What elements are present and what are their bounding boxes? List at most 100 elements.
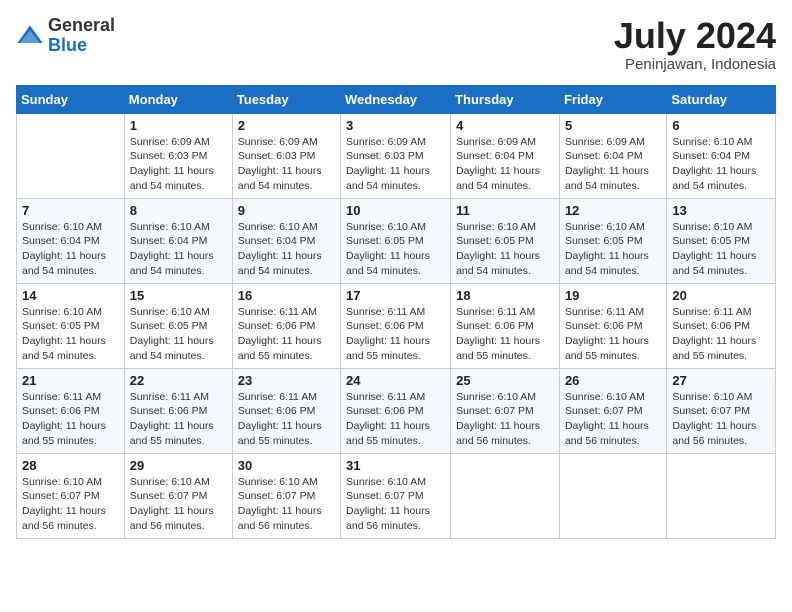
header-cell-friday: Friday [559, 85, 666, 113]
week-row-2: 7 Sunrise: 6:10 AMSunset: 6:04 PMDaylight… [17, 198, 776, 283]
calendar-cell: 10Sunrise: 6:10 AMSunset: 6:05 PMDayligh… [341, 198, 451, 283]
calendar-cell: 25 Sunrise: 6:10 AMSunset: 6:07 PMDayligh… [451, 368, 560, 453]
day-number: 26 [565, 373, 661, 388]
day-number: 30 [238, 458, 335, 473]
day-info: Sunrise: 6:11 AMSunset: 6:06 PMDaylight:… [22, 390, 119, 449]
day-info: Sunrise: 6:10 AMSunset: 6:05 PMDaylight:… [22, 305, 119, 364]
day-info: Sunrise: 6:10 AMSunset: 6:05 PMDaylight:… [346, 220, 445, 279]
day-number: 17 [346, 288, 445, 303]
week-row-4: 21 Sunrise: 6:11 AMSunset: 6:06 PMDayligh… [17, 368, 776, 453]
calendar-cell: 18 Sunrise: 6:11 AMSunset: 6:06 PMDayligh… [451, 283, 560, 368]
calendar-cell: 27 Sunrise: 6:10 AMSunset: 6:07 PMDayligh… [667, 368, 776, 453]
day-number: 4 [456, 118, 554, 133]
calendar-cell [667, 453, 776, 538]
location-subtitle: Peninjawan, Indonesia [614, 56, 776, 73]
calendar-cell: 24Sunrise: 6:11 AMSunset: 6:06 PMDayligh… [341, 368, 451, 453]
header-cell-tuesday: Tuesday [232, 85, 340, 113]
day-number: 8 [130, 203, 227, 218]
calendar-cell [451, 453, 560, 538]
day-info: Sunrise: 6:11 AMSunset: 6:06 PMDaylight:… [346, 390, 445, 449]
day-info: Sunrise: 6:10 AMSunset: 6:04 PMDaylight:… [130, 220, 227, 279]
day-info: Sunrise: 6:10 AMSunset: 6:04 PMDaylight:… [22, 220, 119, 279]
header-row: SundayMondayTuesdayWednesdayThursdayFrid… [17, 85, 776, 113]
calendar-cell: 23 Sunrise: 6:11 AMSunset: 6:06 PMDayligh… [232, 368, 340, 453]
calendar-cell: 7 Sunrise: 6:10 AMSunset: 6:04 PMDaylight… [17, 198, 125, 283]
day-info: Sunrise: 6:10 AMSunset: 6:04 PMDaylight:… [672, 135, 770, 194]
calendar-cell: 19 Sunrise: 6:11 AMSunset: 6:06 PMDayligh… [559, 283, 666, 368]
day-info: Sunrise: 6:11 AMSunset: 6:06 PMDaylight:… [238, 390, 335, 449]
day-info: Sunrise: 6:11 AMSunset: 6:06 PMDaylight:… [130, 390, 227, 449]
logo-icon [16, 22, 44, 50]
day-info: Sunrise: 6:10 AMSunset: 6:07 PMDaylight:… [456, 390, 554, 449]
day-number: 3 [346, 118, 445, 133]
calendar-cell: 16 Sunrise: 6:11 AMSunset: 6:06 PMDayligh… [232, 283, 340, 368]
day-number: 18 [456, 288, 554, 303]
day-info: Sunrise: 6:09 AMSunset: 6:04 PMDaylight:… [456, 135, 554, 194]
day-number: 23 [238, 373, 335, 388]
header-cell-thursday: Thursday [451, 85, 560, 113]
day-info: Sunrise: 6:10 AMSunset: 6:04 PMDaylight:… [238, 220, 335, 279]
day-number: 31 [346, 458, 445, 473]
day-info: Sunrise: 6:10 AMSunset: 6:05 PMDaylight:… [130, 305, 227, 364]
calendar-cell: 15 Sunrise: 6:10 AMSunset: 6:05 PMDayligh… [124, 283, 232, 368]
calendar-cell: 30 Sunrise: 6:10 AMSunset: 6:07 PMDayligh… [232, 453, 340, 538]
day-info: Sunrise: 6:11 AMSunset: 6:06 PMDaylight:… [238, 305, 335, 364]
day-info: Sunrise: 6:09 AMSunset: 6:03 PMDaylight:… [130, 135, 227, 194]
day-info: Sunrise: 6:10 AMSunset: 6:07 PMDaylight:… [346, 475, 445, 534]
calendar-cell: 22 Sunrise: 6:11 AMSunset: 6:06 PMDayligh… [124, 368, 232, 453]
day-number: 25 [456, 373, 554, 388]
day-info: Sunrise: 6:10 AMSunset: 6:07 PMDaylight:… [565, 390, 661, 449]
week-row-5: 28 Sunrise: 6:10 AMSunset: 6:07 PMDayligh… [17, 453, 776, 538]
calendar-cell: 9 Sunrise: 6:10 AMSunset: 6:04 PMDaylight… [232, 198, 340, 283]
day-info: Sunrise: 6:10 AMSunset: 6:05 PMDaylight:… [456, 220, 554, 279]
day-number: 20 [672, 288, 770, 303]
day-info: Sunrise: 6:09 AMSunset: 6:04 PMDaylight:… [565, 135, 661, 194]
day-number: 15 [130, 288, 227, 303]
calendar-cell: 5Sunrise: 6:09 AMSunset: 6:04 PMDaylight… [559, 113, 666, 198]
calendar-cell: 28Sunrise: 6:10 AMSunset: 6:07 PMDayligh… [17, 453, 125, 538]
day-number: 19 [565, 288, 661, 303]
page-header: General Blue July 2024 Peninjawan, Indon… [16, 16, 776, 73]
day-number: 21 [22, 373, 119, 388]
day-number: 14 [22, 288, 119, 303]
title-block: July 2024 Peninjawan, Indonesia [614, 16, 776, 73]
calendar-cell: 1 Sunrise: 6:09 AMSunset: 6:03 PMDaylight… [124, 113, 232, 198]
calendar-cell: 31 Sunrise: 6:10 AMSunset: 6:07 PMDayligh… [341, 453, 451, 538]
day-number: 16 [238, 288, 335, 303]
calendar-cell: 6 Sunrise: 6:10 AMSunset: 6:04 PMDaylight… [667, 113, 776, 198]
calendar-cell: 20 Sunrise: 6:11 AMSunset: 6:06 PMDayligh… [667, 283, 776, 368]
header-cell-wednesday: Wednesday [341, 85, 451, 113]
day-info: Sunrise: 6:10 AMSunset: 6:05 PMDaylight:… [565, 220, 661, 279]
header-cell-sunday: Sunday [17, 85, 125, 113]
calendar-cell: 29Sunrise: 6:10 AMSunset: 6:07 PMDayligh… [124, 453, 232, 538]
day-number: 11 [456, 203, 554, 218]
day-number: 7 [22, 203, 119, 218]
month-year-title: July 2024 [614, 16, 776, 56]
day-number: 22 [130, 373, 227, 388]
logo: General Blue [16, 16, 115, 56]
day-number: 29 [130, 458, 227, 473]
day-number: 27 [672, 373, 770, 388]
week-row-3: 14 Sunrise: 6:10 AMSunset: 6:05 PMDayligh… [17, 283, 776, 368]
week-row-1: 1 Sunrise: 6:09 AMSunset: 6:03 PMDaylight… [17, 113, 776, 198]
day-info: Sunrise: 6:11 AMSunset: 6:06 PMDaylight:… [346, 305, 445, 364]
calendar-cell: 11 Sunrise: 6:10 AMSunset: 6:05 PMDayligh… [451, 198, 560, 283]
calendar-cell [559, 453, 666, 538]
day-number: 6 [672, 118, 770, 133]
header-cell-monday: Monday [124, 85, 232, 113]
day-number: 28 [22, 458, 119, 473]
calendar-cell [17, 113, 125, 198]
logo-blue-text: Blue [48, 35, 87, 55]
day-info: Sunrise: 6:10 AMSunset: 6:07 PMDaylight:… [238, 475, 335, 534]
header-cell-saturday: Saturday [667, 85, 776, 113]
day-number: 9 [238, 203, 335, 218]
day-number: 13 [672, 203, 770, 218]
day-info: Sunrise: 6:10 AMSunset: 6:07 PMDaylight:… [672, 390, 770, 449]
day-info: Sunrise: 6:10 AMSunset: 6:05 PMDaylight:… [672, 220, 770, 279]
day-info: Sunrise: 6:11 AMSunset: 6:06 PMDaylight:… [565, 305, 661, 364]
day-info: Sunrise: 6:11 AMSunset: 6:06 PMDaylight:… [456, 305, 554, 364]
day-number: 1 [130, 118, 227, 133]
day-info: Sunrise: 6:11 AMSunset: 6:06 PMDaylight:… [672, 305, 770, 364]
calendar-cell: 17 Sunrise: 6:11 AMSunset: 6:06 PMDayligh… [341, 283, 451, 368]
day-number: 12 [565, 203, 661, 218]
